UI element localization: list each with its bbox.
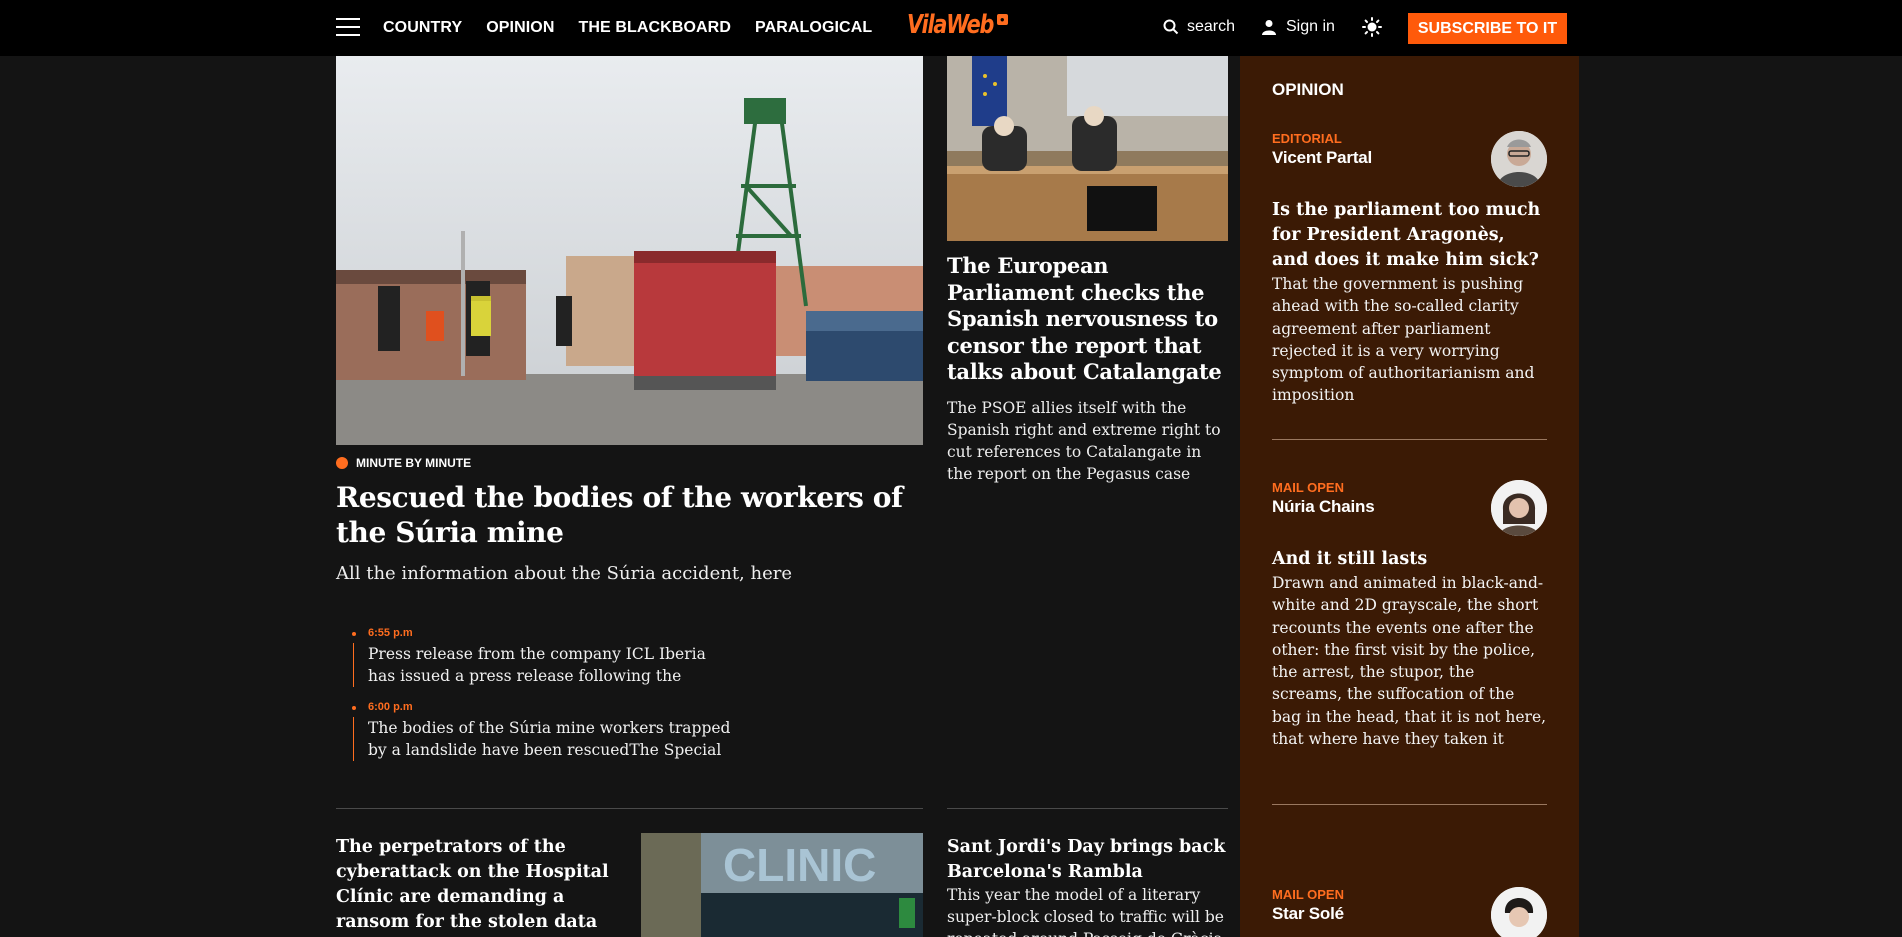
logo-badge: ●: [996, 14, 1008, 25]
live-tag-label: MINUTE BY MINUTE: [356, 456, 472, 470]
subscribe-button[interactable]: SUBSCRIBE TO IT: [1408, 13, 1567, 44]
nav-paralogical[interactable]: PARALOGICAL: [755, 19, 872, 37]
menu-icon[interactable]: [336, 18, 360, 38]
sign-in-button[interactable]: Sign in: [1261, 18, 1335, 36]
live-tag: MINUTE BY MINUTE: [336, 456, 471, 470]
nav-the-blackboard[interactable]: THE BLACKBOARD: [578, 19, 731, 37]
sun-icon: [1362, 17, 1382, 37]
opinion-item[interactable]: MAIL OPEN Star Solé: [1272, 887, 1547, 937]
live-update[interactable]: 6:55 p.m Press release from the company …: [352, 627, 732, 687]
update-time: 6:55 p.m: [368, 627, 413, 639]
update-text: The bodies of the Súria mine workers tra…: [368, 719, 731, 759]
clinic-image[interactable]: CLINIC: [641, 833, 923, 937]
opinion-title[interactable]: Is the parliament too much for President…: [1272, 198, 1547, 273]
lead-image[interactable]: [336, 56, 923, 445]
avatar[interactable]: [1491, 131, 1547, 187]
divider: [1272, 804, 1547, 805]
top-bar: COUNTRY OPINION THE BLACKBOARD PARALOGIC…: [0, 0, 1902, 56]
nav-country[interactable]: COUNTRY: [383, 19, 462, 37]
secondary-headline[interactable]: The European Parliament checks the Spani…: [947, 253, 1228, 386]
nav-opinion[interactable]: OPINION: [486, 19, 554, 37]
lead-headline[interactable]: Rescued the bodies of the workers of the…: [336, 480, 923, 550]
divider: [947, 808, 1228, 809]
theme-toggle[interactable]: [1362, 17, 1382, 37]
live-update[interactable]: 6:00 p.m The bodies of the Súria mine wo…: [352, 701, 732, 761]
avatar[interactable]: [1491, 887, 1547, 937]
live-updates: 6:55 p.m Press release from the company …: [352, 627, 732, 775]
update-text: Press release from the company ICL Iberi…: [368, 645, 706, 685]
opinion-item[interactable]: EDITORIAL Vicent Partal Is the parliamen…: [1272, 131, 1547, 407]
opinion-title[interactable]: And it still lasts: [1272, 547, 1547, 572]
avatar[interactable]: [1491, 480, 1547, 536]
sign-in-label: Sign in: [1286, 18, 1335, 35]
vilaweb-logo[interactable]: VilaWeb ●: [907, 10, 1008, 46]
opinion-summary: That the government is pushing ahead wit…: [1272, 275, 1535, 405]
opinion-item[interactable]: MAIL OPEN Núria Chains And it still last…: [1272, 480, 1547, 750]
opinion-summary: Drawn and animated in black-and-white an…: [1272, 574, 1547, 749]
sant-jordi-headline[interactable]: Sant Jordi's Day brings back Barcelona's…: [947, 835, 1228, 885]
update-time: 6:00 p.m: [368, 701, 413, 713]
cyberattack-headline[interactable]: The perpetrators of the cyberattack on t…: [336, 835, 621, 935]
lead-subtitle: All the information about the Súria acci…: [336, 563, 793, 584]
sant-jordi-subtitle: This year the model of a literary super-…: [947, 886, 1224, 937]
search-icon: [1163, 19, 1179, 35]
divider: [336, 808, 923, 809]
live-dot-icon: [336, 457, 348, 469]
opinion-heading[interactable]: OPINION: [1272, 80, 1344, 100]
secondary-subtitle: The PSOE allies itself with the Spanish …: [947, 399, 1221, 483]
search-button[interactable]: search: [1163, 18, 1235, 36]
clinic-sign: CLINIC: [723, 839, 876, 891]
secondary-image[interactable]: [947, 56, 1228, 241]
logo-text: VilaWeb: [907, 10, 994, 40]
main-nav: COUNTRY OPINION THE BLACKBOARD PARALOGIC…: [383, 0, 896, 56]
user-icon: [1262, 20, 1276, 35]
divider: [1272, 439, 1547, 440]
search-label: search: [1187, 18, 1236, 35]
